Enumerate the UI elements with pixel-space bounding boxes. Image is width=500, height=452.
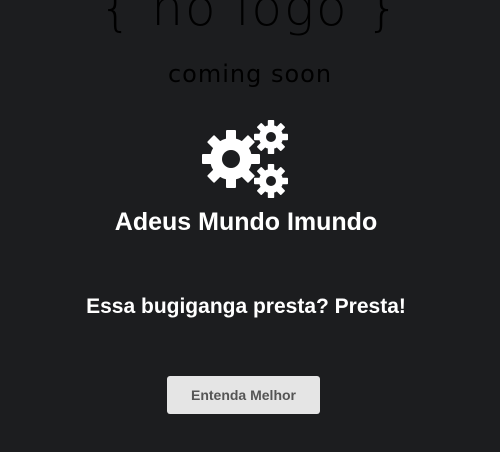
- small-gear-top-icon: [254, 120, 288, 154]
- page-title: Adeus Mundo Imundo: [114, 208, 378, 236]
- learn-more-button[interactable]: Entenda Melhor: [167, 376, 320, 414]
- gears-icon: [202, 120, 288, 198]
- logo-placeholder: { no logo }: [99, 0, 401, 37]
- small-gear-bottom-icon: [254, 164, 288, 198]
- coming-soon-tagline: coming soon: [167, 60, 333, 88]
- page-subtitle: Essa bugiganga presta? Presta!: [86, 295, 406, 318]
- large-gear-icon: [202, 130, 260, 188]
- coming-soon-page: { no logo } coming soon Adeus Mundo Imun…: [0, 0, 500, 452]
